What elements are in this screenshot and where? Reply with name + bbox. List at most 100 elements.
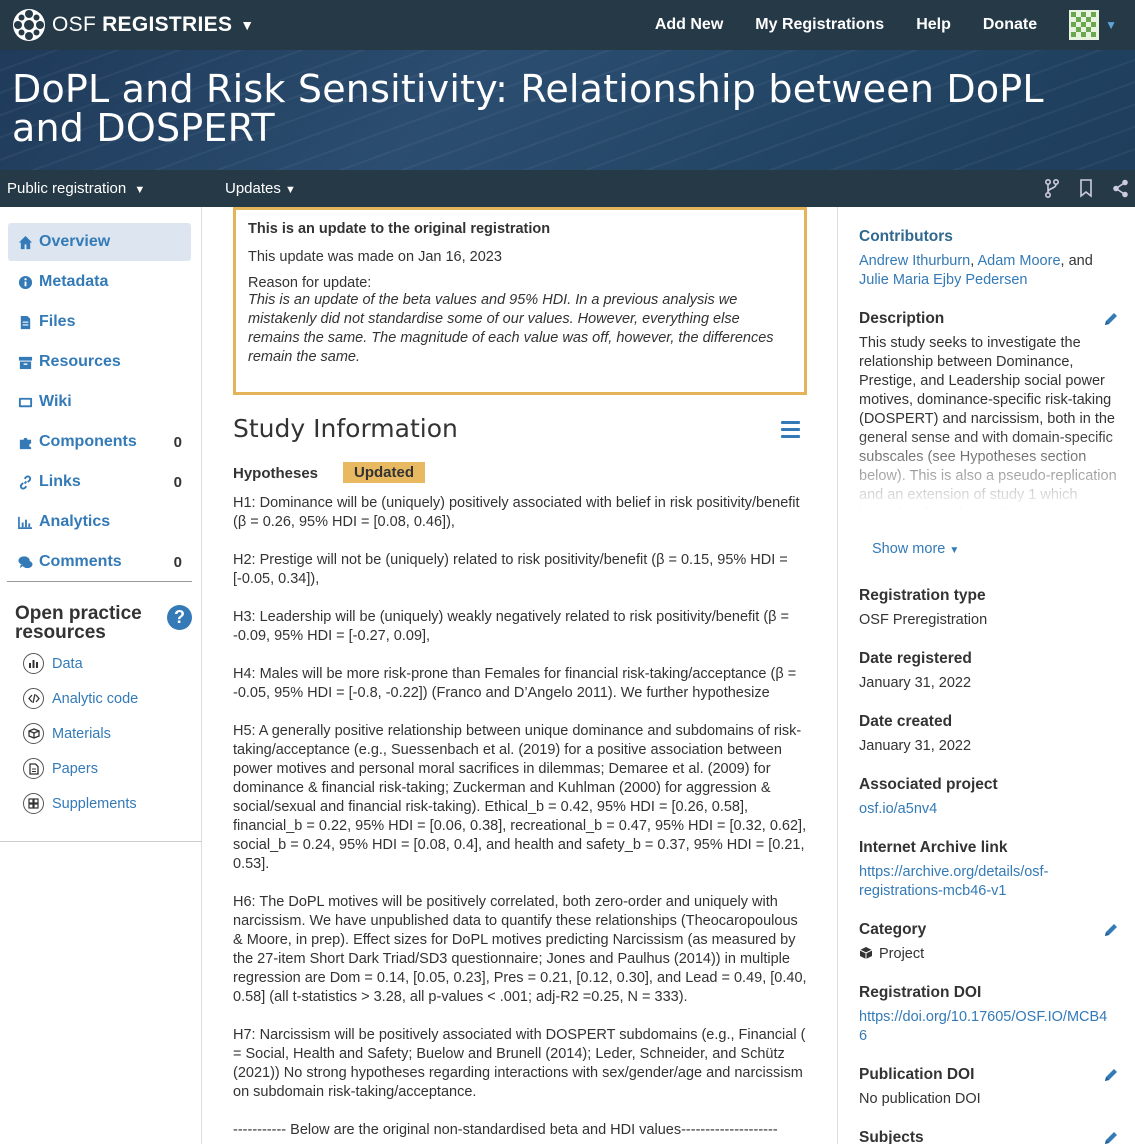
edit-category-pencil-icon[interactable]: [1103, 922, 1119, 938]
internet-archive-link[interactable]: https://archive.org/details/osf-registra…: [859, 863, 1064, 901]
hypothesis-paragraph: H1: Dominance will be (uniquely) positiv…: [233, 495, 800, 530]
caret-down-icon: ▼: [240, 17, 255, 33]
hypothesis-paragraph: H3: Leadership will be (uniquely) weakly…: [233, 609, 789, 644]
sidebar-item-analytics[interactable]: Analytics: [8, 503, 191, 541]
sidebar-item-label: Links: [39, 473, 81, 490]
category-value: Project: [859, 945, 1121, 964]
resource-materials[interactable]: Materials: [23, 723, 111, 744]
book-icon: [18, 397, 33, 407]
menu-icon[interactable]: [781, 421, 800, 438]
data-icon: [23, 653, 44, 674]
sidebar-item-links[interactable]: Links 0: [8, 463, 191, 501]
publication-doi-section: Publication DOI No publication DOI: [859, 1065, 1121, 1109]
nav-my-registrations[interactable]: My Registrations: [755, 16, 884, 34]
category-section: Category Project: [859, 920, 1121, 964]
date-registered-value: January 31, 2022: [859, 675, 972, 691]
resource-supplements[interactable]: Supplements: [23, 793, 137, 814]
internet-archive-label: Internet Archive link: [859, 839, 1008, 856]
contributor-link[interactable]: Julie Maria Ejby Pedersen: [859, 272, 1027, 288]
registration-type-label: Registration type: [859, 587, 986, 604]
contributors-section: Contributors Andrew Ithurburn, Adam Moor…: [859, 227, 1121, 290]
contributors-label: Contributors: [859, 228, 953, 245]
sidebar-item-label: Metadata: [39, 273, 109, 290]
visibility-dropdown[interactable]: Public registration ▼: [7, 180, 145, 197]
puzzle-icon: [19, 437, 32, 449]
hypotheses-text: H1: Dominance will be (uniquely) positiv…: [233, 494, 811, 1144]
left-sidebar: Overview Metadata Files Resources Wiki C…: [0, 207, 202, 1144]
sidebar-item-label: Analytics: [39, 513, 111, 530]
description-text-wrap: This study seeks to investigate the rela…: [859, 334, 1121, 510]
nav-help[interactable]: Help: [916, 16, 951, 34]
date-created-value: January 31, 2022: [859, 738, 972, 754]
resource-label: Papers: [52, 760, 98, 777]
category-label: Category: [859, 921, 927, 938]
publication-doi-value: No publication DOI: [859, 1091, 981, 1107]
caret-down-icon: ▼: [285, 184, 296, 196]
sidebar-item-label: Comments: [39, 553, 122, 570]
sidebar-bottom-divider: [0, 841, 202, 842]
category-text: Project: [879, 946, 925, 962]
brand-product-text: REGISTRIES: [102, 13, 233, 36]
sidebar-item-components[interactable]: Components 0: [8, 423, 191, 461]
share-icon[interactable]: [1112, 179, 1129, 198]
help-icon[interactable]: ?: [167, 605, 192, 630]
hypothesis-paragraph: ----------- Below are the original non-s…: [233, 1122, 778, 1138]
registration-title: DoPL and Risk Sensitivity: Relationship …: [12, 67, 1044, 150]
sidebar-item-overview[interactable]: Overview: [8, 223, 191, 261]
bookmark-icon[interactable]: [1079, 179, 1093, 198]
user-avatar[interactable]: [1069, 10, 1100, 40]
sidebar-item-label: Wiki: [39, 393, 72, 410]
resource-papers[interactable]: Papers: [23, 758, 98, 779]
update-reason-text: This is an update of the beta values and…: [248, 292, 774, 365]
contributor-link[interactable]: Adam Moore: [978, 253, 1061, 269]
sidebar-item-resources[interactable]: Resources: [8, 343, 191, 381]
main-content: This is an update to the original regist…: [203, 207, 837, 1144]
hypothesis-paragraph: H6: The DoPL motives will be positively …: [233, 894, 807, 1005]
fork-icon[interactable]: [1044, 179, 1060, 198]
show-more-label: Show more: [872, 541, 946, 557]
edit-publication-doi-pencil-icon[interactable]: [1103, 1067, 1119, 1083]
associated-project-label: Associated project: [859, 776, 998, 793]
sidebar-item-wiki[interactable]: Wiki: [8, 383, 191, 421]
resource-data[interactable]: Data: [23, 653, 83, 674]
resource-label: Analytic code: [52, 690, 139, 707]
registration-doi-link[interactable]: https://doi.org/10.17605/OSF.IO/MCB46: [859, 1008, 1115, 1046]
date-created-label: Date created: [859, 713, 953, 730]
contributor-link[interactable]: Andrew Ithurburn: [859, 253, 970, 269]
updates-dropdown[interactable]: Updates ▼: [225, 180, 296, 197]
associated-project-link[interactable]: osf.io/a5nv4: [859, 800, 1121, 819]
edit-subjects-pencil-icon[interactable]: [1103, 1130, 1119, 1144]
edit-description-pencil-icon[interactable]: [1103, 311, 1119, 327]
resource-label: Supplements: [52, 795, 137, 812]
resource-label: Data: [52, 655, 83, 672]
sidebar-item-files[interactable]: Files: [8, 303, 191, 341]
comments-count: 0: [173, 553, 182, 571]
show-more-button[interactable]: Show more ▼: [872, 541, 959, 557]
update-notice: This is an update to the original regist…: [233, 207, 807, 395]
visibility-label: Public registration: [7, 180, 127, 197]
top-navbar: OSF REGISTRIES ▼ Add New My Registration…: [0, 0, 1135, 50]
update-date: This update was made on Jan 16, 2023: [248, 249, 502, 265]
sidebar-item-metadata[interactable]: Metadata: [8, 263, 191, 301]
publication-doi-label: Publication DOI: [859, 1066, 975, 1083]
bar-chart-icon: [18, 516, 33, 529]
registration-subnav: Public registration ▼ Updates ▼: [0, 170, 1135, 207]
open-practice-title: Open practice resources: [15, 603, 142, 643]
sidebar-item-comments[interactable]: Comments 0: [8, 543, 191, 581]
registration-doi-section: Registration DOI https://doi.org/10.1760…: [859, 983, 1121, 1046]
links-count: 0: [173, 473, 182, 491]
comments-icon: [18, 555, 33, 568]
updated-badge: Updated: [343, 462, 425, 483]
brand-dropdown[interactable]: OSF REGISTRIES ▼: [12, 8, 254, 42]
home-icon: [18, 235, 33, 249]
caret-down-icon: ▼: [949, 545, 960, 556]
user-menu-caret-icon[interactable]: ▼: [1105, 18, 1117, 32]
description-label: Description: [859, 310, 945, 327]
materials-icon: [23, 723, 44, 744]
nav-add-new[interactable]: Add New: [655, 16, 723, 34]
resource-analytic-code[interactable]: Analytic code: [23, 688, 138, 709]
nav-donate[interactable]: Donate: [983, 16, 1037, 34]
osf-logo-icon: [13, 9, 45, 41]
internet-archive-section: Internet Archive link https://archive.or…: [859, 838, 1121, 901]
supplements-icon: [23, 793, 44, 814]
